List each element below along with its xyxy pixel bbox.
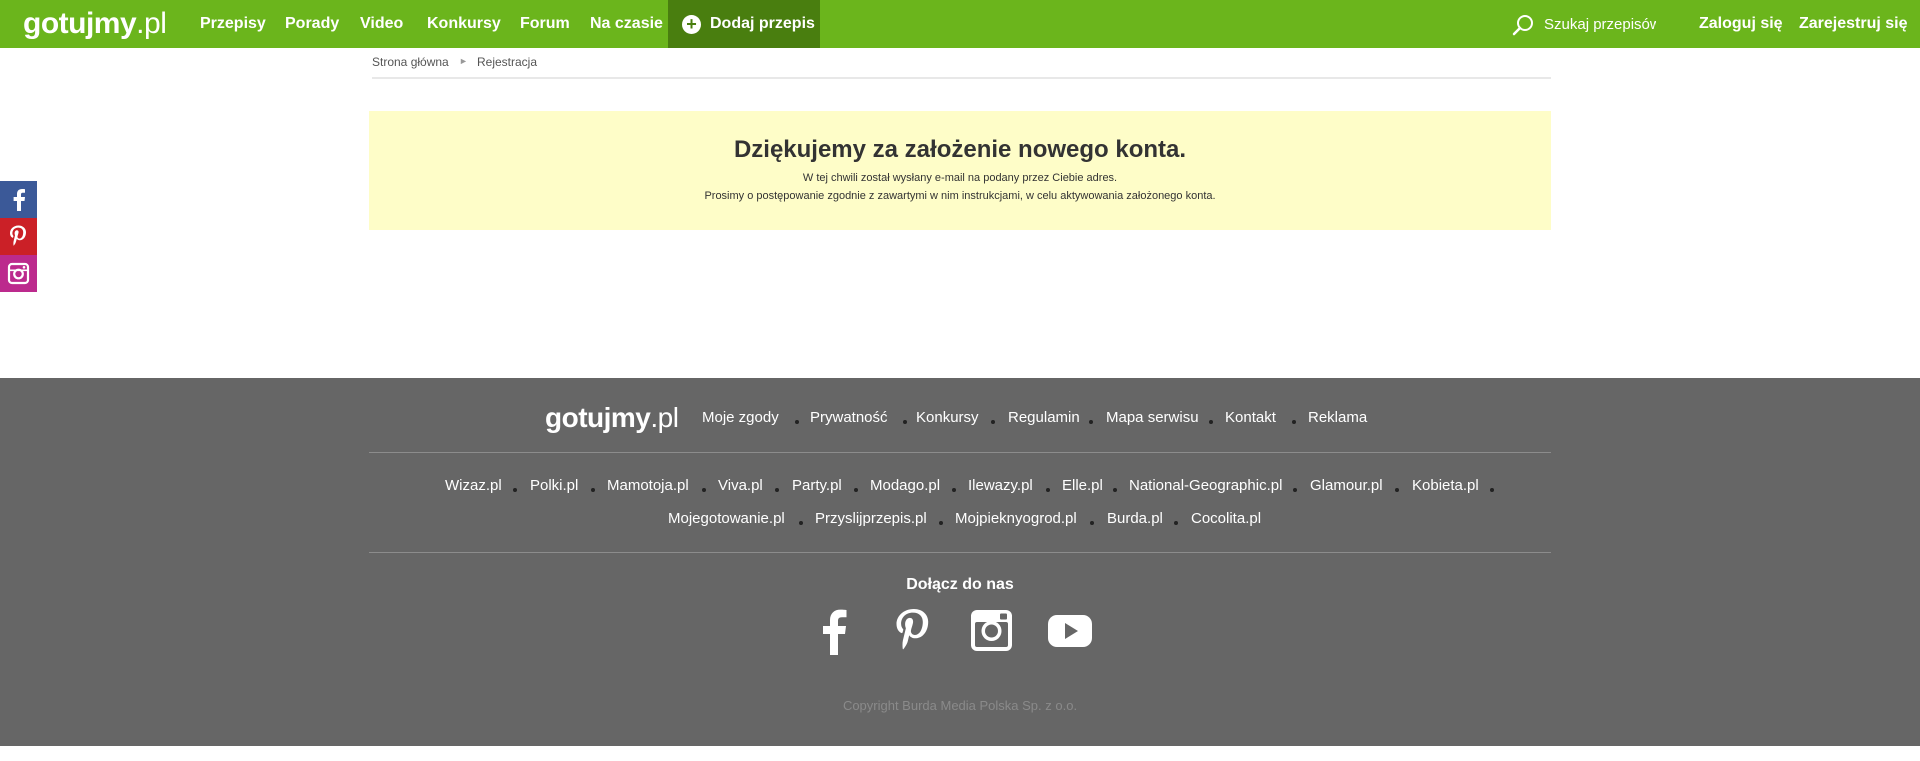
footer-link-separator <box>903 420 907 424</box>
logo-main: gotujmy <box>23 7 137 40</box>
footer-link-separator <box>991 420 995 424</box>
footer-link-separator <box>1209 420 1213 424</box>
nav-item-przepisy[interactable]: Przepisy <box>200 0 266 48</box>
youtube-icon <box>1048 615 1092 647</box>
side-pinterest-button[interactable] <box>0 218 37 255</box>
add-recipe-label: Dodaj przepis <box>710 15 815 32</box>
site-link-kobieta[interactable]: Kobieta.pl <box>1412 477 1479 494</box>
site-link-cocolita[interactable]: Cocolita.pl <box>1191 510 1261 527</box>
site-link-viva[interactable]: Viva.pl <box>718 477 763 494</box>
footer-youtube-button[interactable] <box>1047 607 1093 655</box>
site-link-separator <box>775 488 779 492</box>
footer-logo-main: gotujmy <box>545 402 651 433</box>
nav-item-porady[interactable]: Porady <box>285 0 339 48</box>
top-navigation: gotujmy.pl Przepisy Porady Video Konkurs… <box>0 0 1920 48</box>
footer-divider <box>369 552 1551 553</box>
search-box <box>1512 10 1656 38</box>
footer-logo[interactable]: gotujmy.pl <box>545 400 679 436</box>
nav-item-video[interactable]: Video <box>360 0 403 48</box>
pinterest-icon <box>0 218 37 255</box>
site-link-party[interactable]: Party.pl <box>792 477 842 494</box>
pinterest-icon <box>896 609 929 650</box>
breadcrumb-current: Rejestracja <box>477 55 538 69</box>
site-link-separator <box>939 521 943 525</box>
footer-link-separator <box>795 420 799 424</box>
side-instagram-button[interactable] <box>0 255 37 292</box>
site-link-glamour[interactable]: Glamour.pl <box>1310 477 1383 494</box>
confirmation-message: Dziękujemy za założenie nowego konta. W … <box>369 111 1551 230</box>
site-link-national-geographic[interactable]: National-Geographic.pl <box>1129 477 1282 494</box>
site-link-mamotoja[interactable]: Mamotoja.pl <box>607 477 689 494</box>
breadcrumb: Strona główna ► Rejestracja <box>372 53 1551 79</box>
site-link-separator <box>513 488 517 492</box>
site-link-separator <box>1490 488 1494 492</box>
footer-link-konkursy[interactable]: Konkursy <box>916 409 979 426</box>
site-link-separator <box>854 488 858 492</box>
footer-logo-tld: .pl <box>650 402 679 433</box>
nav-item-forum[interactable]: Forum <box>520 0 570 48</box>
copyright-text: Copyright Burda Media Polska Sp. z o.o. <box>842 698 1078 713</box>
facebook-icon <box>823 609 847 655</box>
search-icon[interactable] <box>1512 14 1534 36</box>
facebook-icon <box>0 181 37 218</box>
site-link-separator <box>591 488 595 492</box>
message-line-2: Prosimy o postępowanie zgodnie z zawarty… <box>704 190 1216 202</box>
footer-link-regulamin[interactable]: Regulamin <box>1008 409 1080 426</box>
site-link-wizaz[interactable]: Wizaz.pl <box>445 477 502 494</box>
site-link-mojegotowanie[interactable]: Mojegotowanie.pl <box>668 510 785 527</box>
site-link-separator <box>799 521 803 525</box>
add-recipe-button[interactable]: + Dodaj przepis <box>668 0 820 48</box>
footer: gotujmy.pl Moje zgody Prywatność Konkurs… <box>0 378 1920 746</box>
footer-link-moje-zgody[interactable]: Moje zgody <box>702 409 779 426</box>
side-facebook-button[interactable] <box>0 181 37 218</box>
footer-link-prywatnosc[interactable]: Prywatność <box>810 409 888 426</box>
footer-link-mapa-serwisu[interactable]: Mapa serwisu <box>1106 409 1199 426</box>
footer-divider <box>369 452 1551 453</box>
site-link-polki[interactable]: Polki.pl <box>530 477 578 494</box>
breadcrumb-separator-icon: ► <box>459 56 468 66</box>
site-link-separator <box>1113 488 1117 492</box>
breadcrumb-home[interactable]: Strona główna <box>372 55 449 69</box>
logo-tld: .pl <box>136 7 167 40</box>
site-link-modago[interactable]: Modago.pl <box>870 477 940 494</box>
footer-instagram-button[interactable] <box>969 607 1014 655</box>
site-link-separator <box>702 488 706 492</box>
register-link[interactable]: Zarejestruj się <box>1799 0 1908 48</box>
site-link-separator <box>952 488 956 492</box>
footer-link-reklama[interactable]: Reklama <box>1308 409 1367 426</box>
site-link-ilewazy[interactable]: Ilewazy.pl <box>968 477 1033 494</box>
site-link-separator <box>1046 488 1050 492</box>
site-link-burda[interactable]: Burda.pl <box>1107 510 1163 527</box>
site-link-separator <box>1090 521 1094 525</box>
search-input[interactable] <box>1544 10 1656 38</box>
footer-link-separator <box>1089 420 1093 424</box>
site-link-separator <box>1174 521 1178 525</box>
join-us-heading: Dołącz do nas <box>906 576 1014 593</box>
site-logo[interactable]: gotujmy.pl <box>23 6 167 42</box>
site-link-separator <box>1395 488 1399 492</box>
nav-item-konkursy[interactable]: Konkursy <box>427 0 501 48</box>
footer-facebook-button[interactable] <box>817 607 851 655</box>
site-link-separator <box>1293 488 1297 492</box>
login-link[interactable]: Zaloguj się <box>1699 0 1783 48</box>
message-title: Dziękujemy za założenie nowego konta. <box>733 136 1187 163</box>
instagram-icon <box>0 255 37 292</box>
site-link-przyslijprzepis[interactable]: Przyslijprzepis.pl <box>815 510 927 527</box>
plus-icon: + <box>682 15 701 34</box>
footer-link-separator <box>1292 420 1296 424</box>
message-line-1: W tej chwili został wysłany e-mail na po… <box>802 172 1118 184</box>
footer-link-kontakt[interactable]: Kontakt <box>1225 409 1276 426</box>
nav-item-na-czasie[interactable]: Na czasie <box>590 0 663 48</box>
site-link-mojpieknyogrod[interactable]: Mojpieknyogrod.pl <box>955 510 1077 527</box>
footer-pinterest-button[interactable] <box>893 607 933 655</box>
instagram-icon <box>971 610 1012 651</box>
site-link-elle[interactable]: Elle.pl <box>1062 477 1103 494</box>
